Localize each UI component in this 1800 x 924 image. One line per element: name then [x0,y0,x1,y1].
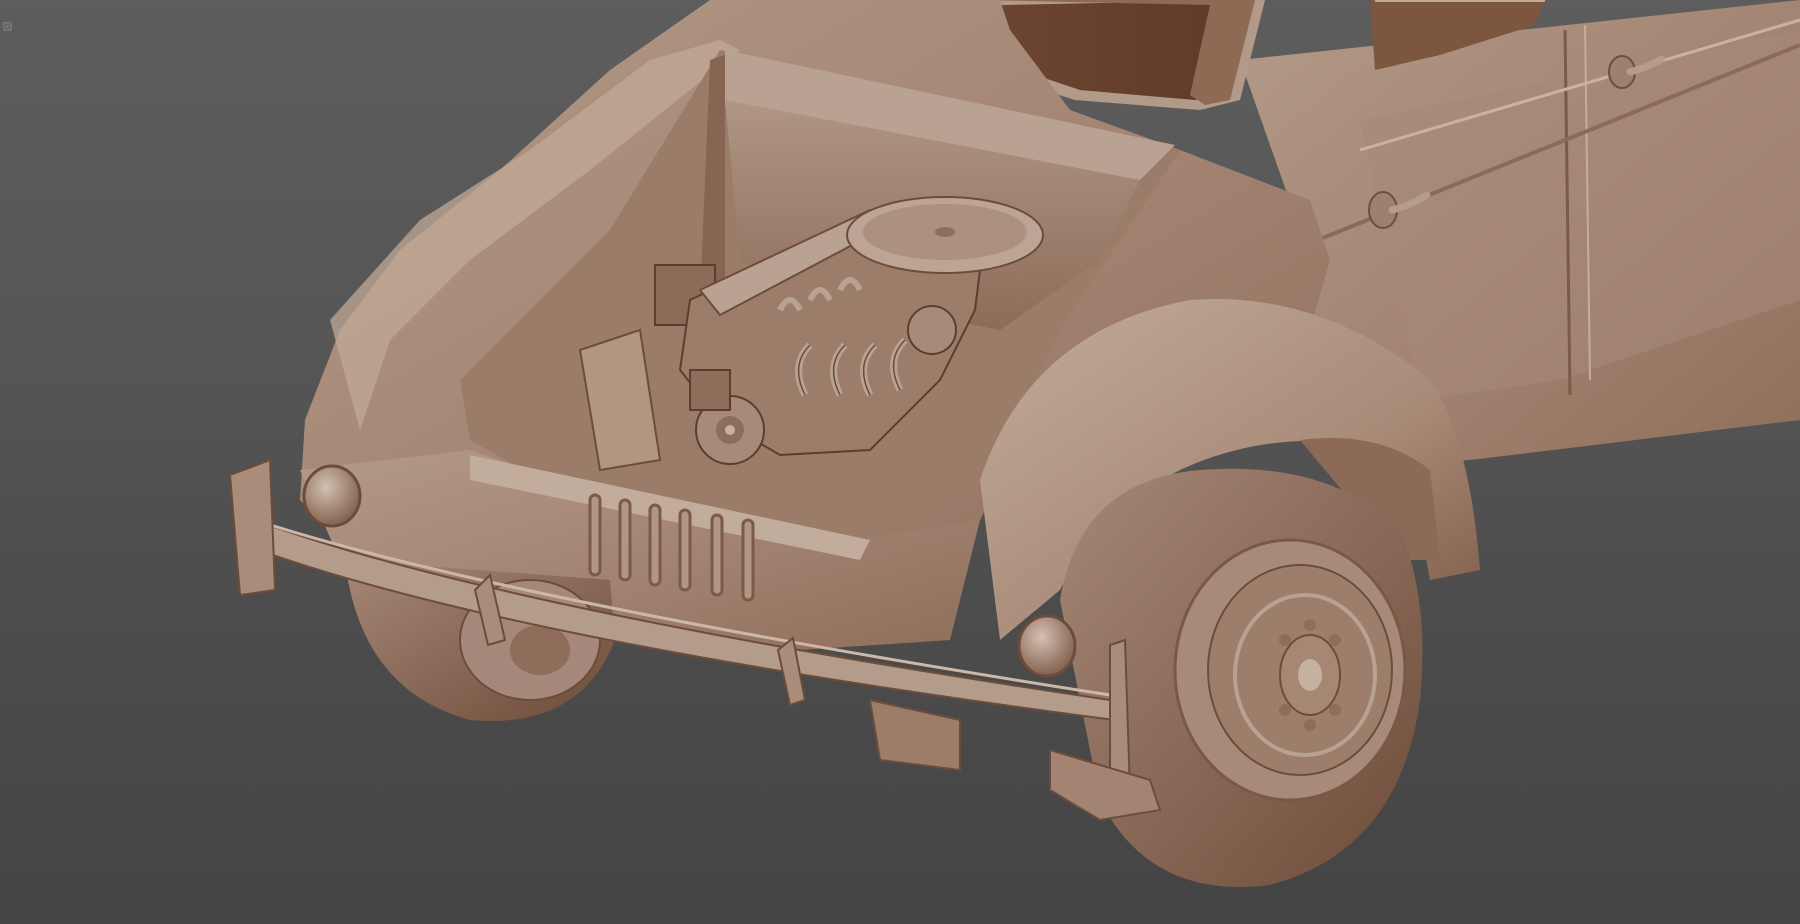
3d-viewport[interactable] [0,0,1800,924]
car-model-render [228,0,1800,887]
